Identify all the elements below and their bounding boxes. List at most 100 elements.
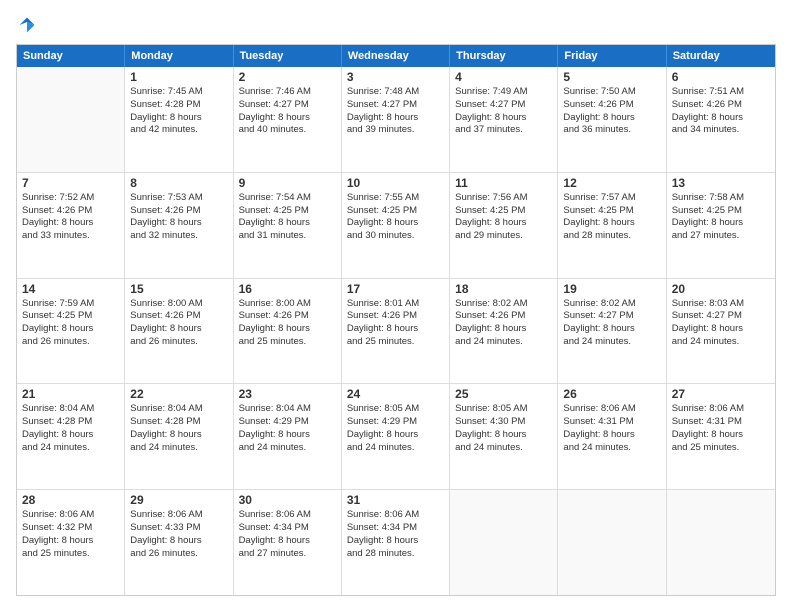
- cell-info: Sunrise: 7:45 AMSunset: 4:28 PMDaylight:…: [130, 86, 227, 137]
- cell-info: Sunrise: 8:01 AMSunset: 4:26 PMDaylight:…: [347, 298, 444, 349]
- cell-info: Sunrise: 8:06 AMSunset: 4:31 PMDaylight:…: [563, 403, 660, 454]
- day-number: 2: [239, 70, 336, 84]
- day-number: 12: [563, 176, 660, 190]
- cal-header-cell: Friday: [558, 45, 666, 67]
- cell-info: Sunrise: 7:50 AMSunset: 4:26 PMDaylight:…: [563, 86, 660, 137]
- calendar-cell: 27 Sunrise: 8:06 AMSunset: 4:31 PMDayligh…: [667, 384, 775, 489]
- day-number: 19: [563, 282, 660, 296]
- calendar-cell: 29Sunrise: 8:06 AMSunset: 4:33 PMDayligh…: [125, 490, 233, 595]
- calendar-header-row: SundayMondayTuesdayWednesdayThursdayFrid…: [17, 45, 775, 67]
- cell-info: Sunrise: 8:06 AMSunset: 4:34 PMDaylight:…: [347, 509, 444, 560]
- calendar-cell: 7 Sunrise: 7:52 AMSunset: 4:26 PMDaylight…: [17, 173, 125, 278]
- logo: [16, 16, 36, 34]
- cell-info: Sunrise: 8:00 AMSunset: 4:26 PMDaylight:…: [130, 298, 227, 349]
- day-number: 1: [130, 70, 227, 84]
- cell-info: Sunrise: 7:59 AMSunset: 4:25 PMDaylight:…: [22, 298, 119, 349]
- day-number: 8: [130, 176, 227, 190]
- cell-info: Sunrise: 7:53 AMSunset: 4:26 PMDaylight:…: [130, 192, 227, 243]
- calendar-cell: 20 Sunrise: 8:03 AMSunset: 4:27 PMDayligh…: [667, 279, 775, 384]
- calendar-cell: 3Sunrise: 7:48 AMSunset: 4:27 PMDaylight…: [342, 67, 450, 172]
- calendar-row: 28 Sunrise: 8:06 AMSunset: 4:32 PMDayligh…: [17, 489, 775, 595]
- calendar-cell: 31 Sunrise: 8:06 AMSunset: 4:34 PMDayligh…: [342, 490, 450, 595]
- cell-info: Sunrise: 8:04 AMSunset: 4:29 PMDaylight:…: [239, 403, 336, 454]
- day-number: 4: [455, 70, 552, 84]
- day-number: 5: [563, 70, 660, 84]
- calendar-body: 1 Sunrise: 7:45 AMSunset: 4:28 PMDaylight…: [17, 67, 775, 595]
- calendar-row: 14 Sunrise: 7:59 AMSunset: 4:25 PMDayligh…: [17, 278, 775, 384]
- calendar-row: 21 Sunrise: 8:04 AMSunset: 4:28 PMDayligh…: [17, 383, 775, 489]
- calendar-row: 7 Sunrise: 7:52 AMSunset: 4:26 PMDaylight…: [17, 172, 775, 278]
- cell-info: Sunrise: 8:06 AMSunset: 4:33 PMDaylight:…: [130, 509, 227, 560]
- calendar-cell: 16Sunrise: 8:00 AMSunset: 4:26 PMDayligh…: [234, 279, 342, 384]
- cell-info: Sunrise: 7:58 AMSunset: 4:25 PMDaylight:…: [672, 192, 770, 243]
- cell-info: Sunrise: 7:52 AMSunset: 4:26 PMDaylight:…: [22, 192, 119, 243]
- day-number: 13: [672, 176, 770, 190]
- day-number: 9: [239, 176, 336, 190]
- day-number: 27: [672, 387, 770, 401]
- cell-info: Sunrise: 7:57 AMSunset: 4:25 PMDaylight:…: [563, 192, 660, 243]
- calendar-cell: 15 Sunrise: 8:00 AMSunset: 4:26 PMDayligh…: [125, 279, 233, 384]
- cell-info: Sunrise: 8:06 AMSunset: 4:31 PMDaylight:…: [672, 403, 770, 454]
- day-number: 23: [239, 387, 336, 401]
- day-number: 20: [672, 282, 770, 296]
- calendar-cell: 14 Sunrise: 7:59 AMSunset: 4:25 PMDayligh…: [17, 279, 125, 384]
- calendar-cell: 17 Sunrise: 8:01 AMSunset: 4:26 PMDayligh…: [342, 279, 450, 384]
- calendar-cell: 8 Sunrise: 7:53 AMSunset: 4:26 PMDaylight…: [125, 173, 233, 278]
- logo-icon: [18, 16, 36, 34]
- cell-info: Sunrise: 8:04 AMSunset: 4:28 PMDaylight:…: [130, 403, 227, 454]
- cell-info: Sunrise: 8:03 AMSunset: 4:27 PMDaylight:…: [672, 298, 770, 349]
- calendar-cell: 13 Sunrise: 7:58 AMSunset: 4:25 PMDayligh…: [667, 173, 775, 278]
- cal-header-cell: Wednesday: [342, 45, 450, 67]
- day-number: 10: [347, 176, 444, 190]
- calendar-cell: 2 Sunrise: 7:46 AMSunset: 4:27 PMDaylight…: [234, 67, 342, 172]
- calendar-cell: 5 Sunrise: 7:50 AMSunset: 4:26 PMDaylight…: [558, 67, 666, 172]
- cell-info: Sunrise: 8:00 AMSunset: 4:26 PMDaylight:…: [239, 298, 336, 349]
- cell-info: Sunrise: 8:06 AMSunset: 4:32 PMDaylight:…: [22, 509, 119, 560]
- day-number: 22: [130, 387, 227, 401]
- cell-info: Sunrise: 8:05 AMSunset: 4:30 PMDaylight:…: [455, 403, 552, 454]
- cell-info: Sunrise: 8:06 AMSunset: 4:34 PMDaylight:…: [239, 509, 336, 560]
- cell-info: Sunrise: 7:49 AMSunset: 4:27 PMDaylight:…: [455, 86, 552, 137]
- calendar: SundayMondayTuesdayWednesdayThursdayFrid…: [16, 44, 776, 596]
- calendar-cell: 22 Sunrise: 8:04 AMSunset: 4:28 PMDayligh…: [125, 384, 233, 489]
- cell-info: Sunrise: 7:54 AMSunset: 4:25 PMDaylight:…: [239, 192, 336, 243]
- cell-info: Sunrise: 8:04 AMSunset: 4:28 PMDaylight:…: [22, 403, 119, 454]
- day-number: 21: [22, 387, 119, 401]
- calendar-cell: 21 Sunrise: 8:04 AMSunset: 4:28 PMDayligh…: [17, 384, 125, 489]
- calendar-cell: 12 Sunrise: 7:57 AMSunset: 4:25 PMDayligh…: [558, 173, 666, 278]
- day-number: 31: [347, 493, 444, 507]
- calendar-cell: [450, 490, 558, 595]
- day-number: 26: [563, 387, 660, 401]
- calendar-cell: 30 Sunrise: 8:06 AMSunset: 4:34 PMDayligh…: [234, 490, 342, 595]
- day-number: 28: [22, 493, 119, 507]
- calendar-cell: 1 Sunrise: 7:45 AMSunset: 4:28 PMDaylight…: [125, 67, 233, 172]
- cal-header-cell: Thursday: [450, 45, 558, 67]
- calendar-cell: 4 Sunrise: 7:49 AMSunset: 4:27 PMDaylight…: [450, 67, 558, 172]
- day-number: 15: [130, 282, 227, 296]
- day-number: 14: [22, 282, 119, 296]
- cal-header-cell: Sunday: [17, 45, 125, 67]
- day-number: 11: [455, 176, 552, 190]
- cell-info: Sunrise: 7:51 AMSunset: 4:26 PMDaylight:…: [672, 86, 770, 137]
- day-number: 25: [455, 387, 552, 401]
- calendar-cell: 24 Sunrise: 8:05 AMSunset: 4:29 PMDayligh…: [342, 384, 450, 489]
- calendar-cell: 23 Sunrise: 8:04 AMSunset: 4:29 PMDayligh…: [234, 384, 342, 489]
- cell-info: Sunrise: 8:05 AMSunset: 4:29 PMDaylight:…: [347, 403, 444, 454]
- cell-info: Sunrise: 7:56 AMSunset: 4:25 PMDaylight:…: [455, 192, 552, 243]
- cell-info: Sunrise: 8:02 AMSunset: 4:27 PMDaylight:…: [563, 298, 660, 349]
- day-number: 18: [455, 282, 552, 296]
- calendar-cell: 26 Sunrise: 8:06 AMSunset: 4:31 PMDayligh…: [558, 384, 666, 489]
- cal-header-cell: Tuesday: [234, 45, 342, 67]
- day-number: 7: [22, 176, 119, 190]
- page: SundayMondayTuesdayWednesdayThursdayFrid…: [0, 0, 792, 612]
- day-number: 17: [347, 282, 444, 296]
- calendar-cell: 25 Sunrise: 8:05 AMSunset: 4:30 PMDayligh…: [450, 384, 558, 489]
- calendar-cell: [667, 490, 775, 595]
- day-number: 30: [239, 493, 336, 507]
- calendar-cell: 19 Sunrise: 8:02 AMSunset: 4:27 PMDayligh…: [558, 279, 666, 384]
- day-number: 24: [347, 387, 444, 401]
- cell-info: Sunrise: 7:55 AMSunset: 4:25 PMDaylight:…: [347, 192, 444, 243]
- calendar-cell: 10 Sunrise: 7:55 AMSunset: 4:25 PMDayligh…: [342, 173, 450, 278]
- cell-info: Sunrise: 7:46 AMSunset: 4:27 PMDaylight:…: [239, 86, 336, 137]
- calendar-cell: [558, 490, 666, 595]
